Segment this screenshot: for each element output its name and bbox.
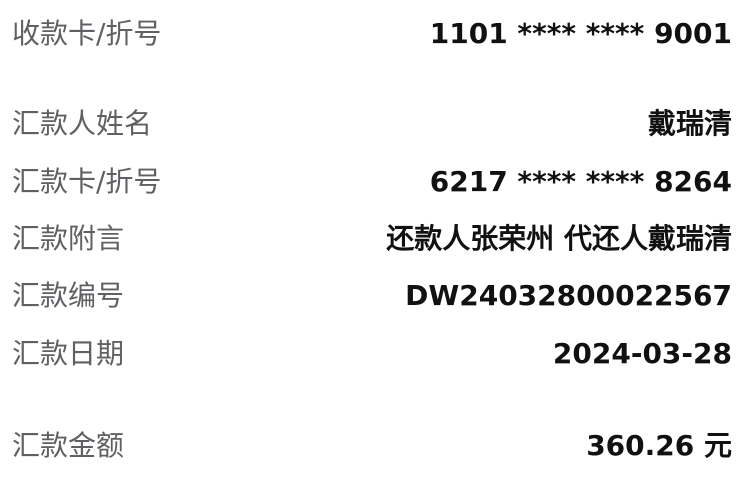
remittance-note-label: 汇款附言 [12,222,125,255]
remittance-amount-label: 汇款金额 [12,429,125,462]
remittance-date-row: 汇款日期 2024-03-28 [0,332,748,376]
remittance-note-row: 汇款附言 还款人张荣州 代还人戴瑞清 [0,217,748,261]
remittance-number-row: 汇款编号 DW24032800022567 [0,274,748,318]
remitter-card-row: 汇款卡/折号 6217 **** **** 8264 [0,160,748,204]
remittance-number-value: DW24032800022567 [405,279,732,312]
remittance-amount-row: 汇款金额 360.26 元 [0,424,748,468]
remitter-name-value: 戴瑞清 [647,107,732,140]
remittance-note-value: 还款人张荣州 代还人戴瑞清 [386,222,732,255]
receiving-card-value: 1101 **** **** 9001 [429,17,732,50]
remitter-card-value: 6217 **** **** 8264 [429,165,732,198]
remitter-card-label: 汇款卡/折号 [12,165,162,198]
receiving-card-row: 收款卡/折号 1101 **** **** 9001 [0,12,748,56]
remittance-date-label: 汇款日期 [12,337,125,370]
remitter-name-row: 汇款人姓名 戴瑞清 [0,102,748,146]
receiving-card-label: 收款卡/折号 [12,17,162,50]
remittance-number-label: 汇款编号 [12,279,125,312]
remitter-name-label: 汇款人姓名 [12,107,153,140]
section-divider [0,80,748,81]
remittance-amount-value: 360.26 元 [586,429,732,462]
remittance-date-value: 2024-03-28 [552,337,732,370]
remittance-detail-screen: 收款卡/折号 1101 **** **** 9001 汇款人姓名 戴瑞清 汇款卡… [0,0,748,494]
